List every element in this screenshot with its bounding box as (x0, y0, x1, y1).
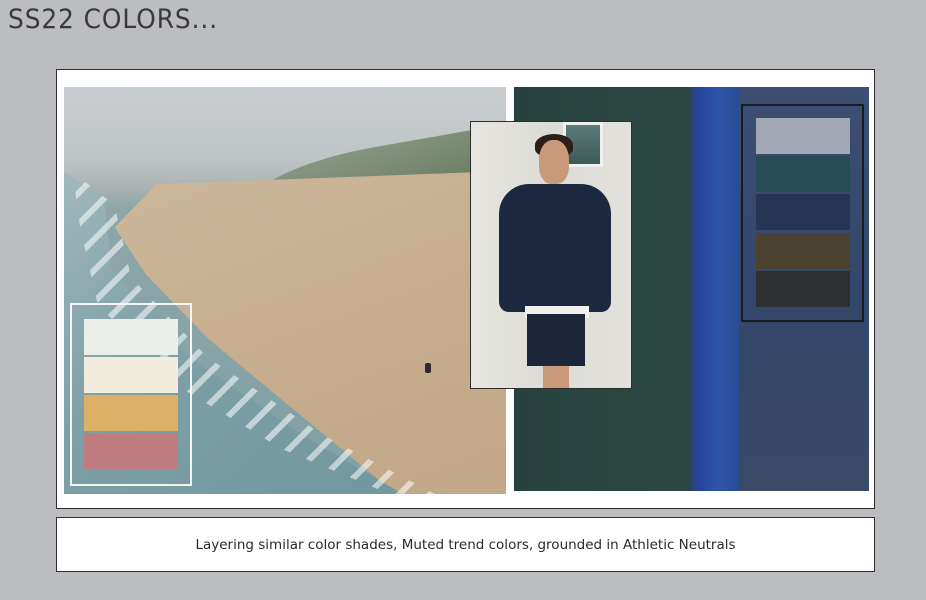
swatch-olive-brown (756, 233, 850, 269)
swatch-navy (756, 194, 850, 230)
swatch-teal (756, 156, 850, 192)
swatch-light-grey-blue (756, 118, 850, 154)
page-title: SS22 COLORS... (8, 4, 219, 35)
model-photo (470, 121, 632, 389)
blue-stripe (697, 87, 739, 491)
swatch-dusty-rose (84, 433, 178, 469)
swatch-off-white (84, 319, 178, 355)
swatch-cream (84, 357, 178, 393)
head-shape (539, 140, 569, 184)
caption-box: Layering similar color shades, Muted tre… (56, 517, 875, 572)
jacket-shape (499, 184, 611, 312)
swatch-charcoal (756, 271, 850, 307)
leg-shape (543, 366, 569, 388)
shorts-shape (527, 314, 585, 366)
swatch-mustard (84, 395, 178, 431)
caption-text: Layering similar color shades, Muted tre… (195, 536, 736, 553)
surfer-figure (425, 363, 431, 373)
